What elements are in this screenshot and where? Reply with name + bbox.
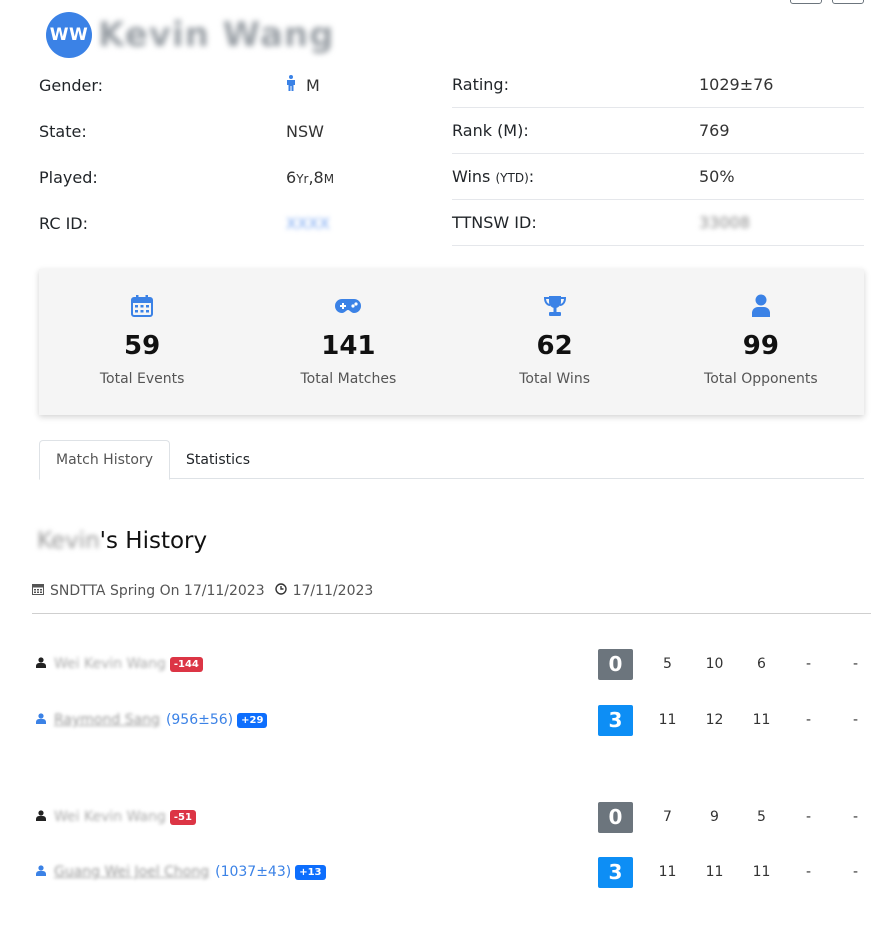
scoreboard: 0 5 10 6 - - xyxy=(598,648,876,680)
played-label: Played: xyxy=(39,167,98,187)
opponent-row: Raymond Sang (956±56) +29 3 11 12 11 - - xyxy=(32,704,871,736)
game-score: 10 xyxy=(705,656,724,672)
stat-wins: 62 Total Wins xyxy=(452,269,658,415)
game-score: - xyxy=(805,864,812,880)
info-row-gender: Gender: M Rating: 1029±76 xyxy=(39,62,864,108)
game-score: - xyxy=(852,864,859,880)
top-button-2[interactable] xyxy=(832,0,864,4)
rank-label: Rank (M): xyxy=(452,121,529,140)
game-score: 5 xyxy=(757,809,766,825)
ttnsw-label: TTNSW ID: xyxy=(452,213,537,232)
tab-bar: Match History Statistics xyxy=(39,440,864,480)
history-title: Kevin's History xyxy=(37,528,208,554)
tab-match-history[interactable]: Match History xyxy=(39,440,170,480)
rating-change-badge: +29 xyxy=(237,712,268,728)
player-name: Kevin Wang xyxy=(98,15,335,55)
event-header: SNDTTA Spring On 17/11/2023 17/11/2023 xyxy=(32,580,871,614)
stat-opponents: 99 Total Opponents xyxy=(658,269,864,415)
game-score: 6 xyxy=(757,656,766,672)
user-icon xyxy=(32,810,54,824)
game-score: 7 xyxy=(663,809,672,825)
stat-matches: 141 Total Matches xyxy=(245,269,451,415)
wins-value: 50% xyxy=(699,167,735,186)
opponent-row: Guang Wei Joel Chong (1037±43) +13 3 11 … xyxy=(32,856,871,888)
opponent-rating: (956±56) xyxy=(165,712,234,728)
info-row-ids: RC ID: XXXX TTNSW ID: 33008 xyxy=(39,200,864,246)
opponent-rating: (1037±43) xyxy=(215,864,292,880)
game-score: 11 xyxy=(752,864,771,880)
match-card: Wei Kevin Wang -144 0 5 10 6 - - Raymond… xyxy=(32,648,871,736)
trophy-icon xyxy=(542,293,568,319)
avatar: WW xyxy=(46,12,92,58)
state-label: State: xyxy=(39,121,87,141)
rating-value: 1029±76 xyxy=(699,75,774,94)
game-score: - xyxy=(805,712,812,728)
game-score: - xyxy=(805,656,812,672)
calendar-icon xyxy=(32,583,44,598)
stat-events: 59 Total Events xyxy=(39,269,245,415)
male-icon xyxy=(286,75,296,95)
rank-value: 769 xyxy=(699,121,730,140)
game-score: 12 xyxy=(705,712,724,728)
game-score: 11 xyxy=(705,864,724,880)
gender-value: M xyxy=(286,75,452,95)
rating-change-badge: +13 xyxy=(295,864,326,880)
player-row: Wei Kevin Wang -51 0 7 9 5 - - xyxy=(32,801,871,833)
opponent-name[interactable]: Guang Wei Joel Chong xyxy=(54,864,209,880)
ttnsw-value: 33008 xyxy=(699,213,750,232)
game-score: - xyxy=(852,712,859,728)
state-value: NSW xyxy=(286,121,324,141)
calendar-icon xyxy=(130,293,154,319)
match-total: 0 xyxy=(598,801,633,833)
top-button-1[interactable] xyxy=(790,0,822,4)
info-row-state: State: NSW Rank (M): 769 xyxy=(39,108,864,154)
game-score: - xyxy=(852,809,859,825)
rcid-value: XXXX xyxy=(286,213,330,233)
gamepad-icon xyxy=(334,293,362,319)
user-icon xyxy=(32,657,54,671)
stats-card: 59 Total Events 141 Total Matches 62 Tot… xyxy=(39,269,864,415)
match-total: 0 xyxy=(598,648,633,680)
match-total: 3 xyxy=(598,856,633,888)
game-score: 11 xyxy=(658,712,677,728)
scoreboard: 3 11 11 11 - - xyxy=(598,856,876,888)
player-name[interactable]: Wei Kevin Wang xyxy=(54,809,166,825)
user-icon xyxy=(751,293,771,319)
event-date: 17/11/2023 xyxy=(274,583,373,599)
event-name[interactable]: SNDTTA Spring On 17/11/2023 xyxy=(50,583,265,599)
match-card: Wei Kevin Wang -51 0 7 9 5 - - Guang Wei… xyxy=(32,801,871,888)
rating-change-badge: -51 xyxy=(169,809,196,825)
rating-label: Rating: xyxy=(452,75,509,94)
wins-label: Wins (YTD): xyxy=(452,167,535,186)
opponent-name[interactable]: Raymond Sang xyxy=(54,712,160,728)
game-score: - xyxy=(852,656,859,672)
info-row-played: Played: 6Yr,8M Wins (YTD): 50% xyxy=(39,154,864,200)
match-total: 3 xyxy=(598,704,633,736)
game-score: 5 xyxy=(663,656,672,672)
clock-icon xyxy=(274,583,287,598)
gender-label: Gender: xyxy=(39,75,104,95)
user-icon xyxy=(32,713,54,727)
played-value: 6Yr,8M xyxy=(286,167,335,187)
scoreboard: 3 11 12 11 - - xyxy=(598,704,876,736)
game-score: 11 xyxy=(658,864,677,880)
player-row: Wei Kevin Wang -144 0 5 10 6 - - xyxy=(32,648,871,680)
user-icon xyxy=(32,865,54,879)
rating-change-badge: -144 xyxy=(169,656,203,672)
game-score: 11 xyxy=(752,712,771,728)
tab-statistics[interactable]: Statistics xyxy=(170,440,266,479)
player-info: Gender: M Rating: 1029±76 State: NSW Ran… xyxy=(39,62,864,246)
game-score: - xyxy=(805,809,812,825)
profile-header: WW Kevin Wang xyxy=(46,12,334,58)
scoreboard: 0 7 9 5 - - xyxy=(598,801,876,833)
player-name[interactable]: Wei Kevin Wang xyxy=(54,656,166,672)
game-score: 9 xyxy=(710,809,719,825)
rcid-label: RC ID: xyxy=(39,213,89,233)
